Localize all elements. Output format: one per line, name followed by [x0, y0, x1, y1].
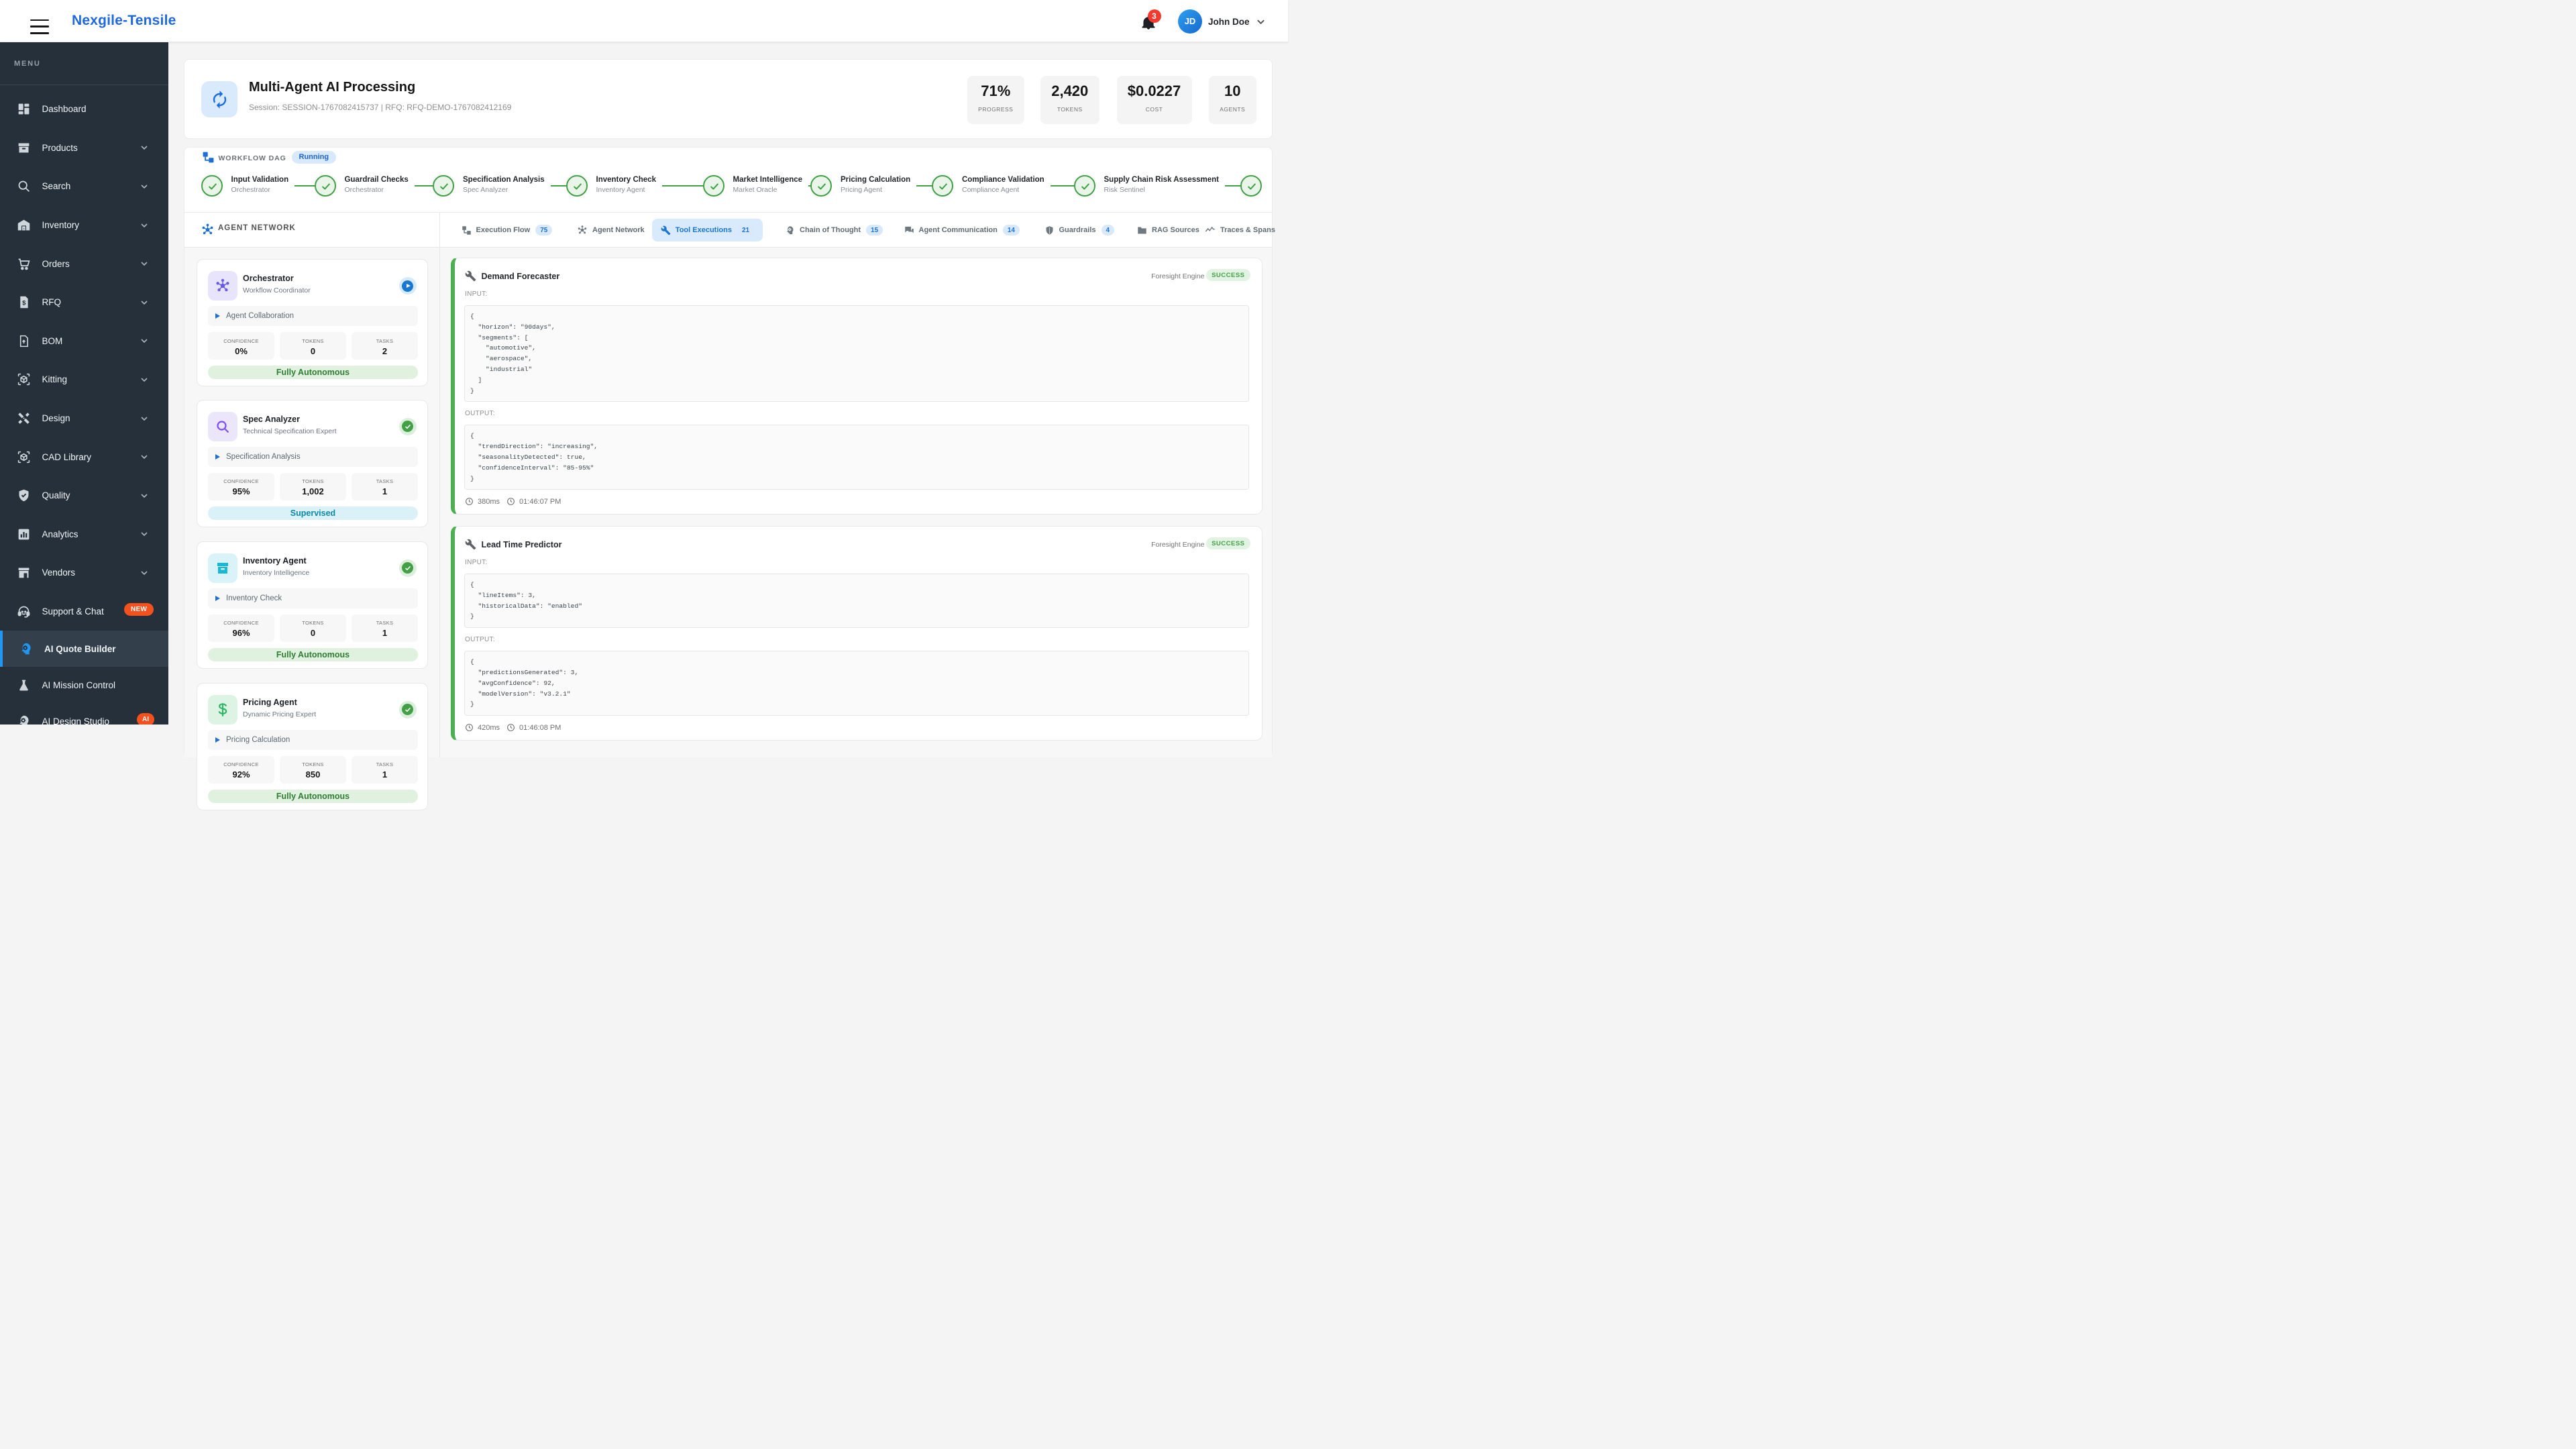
- svg-text:$: $: [22, 300, 26, 307]
